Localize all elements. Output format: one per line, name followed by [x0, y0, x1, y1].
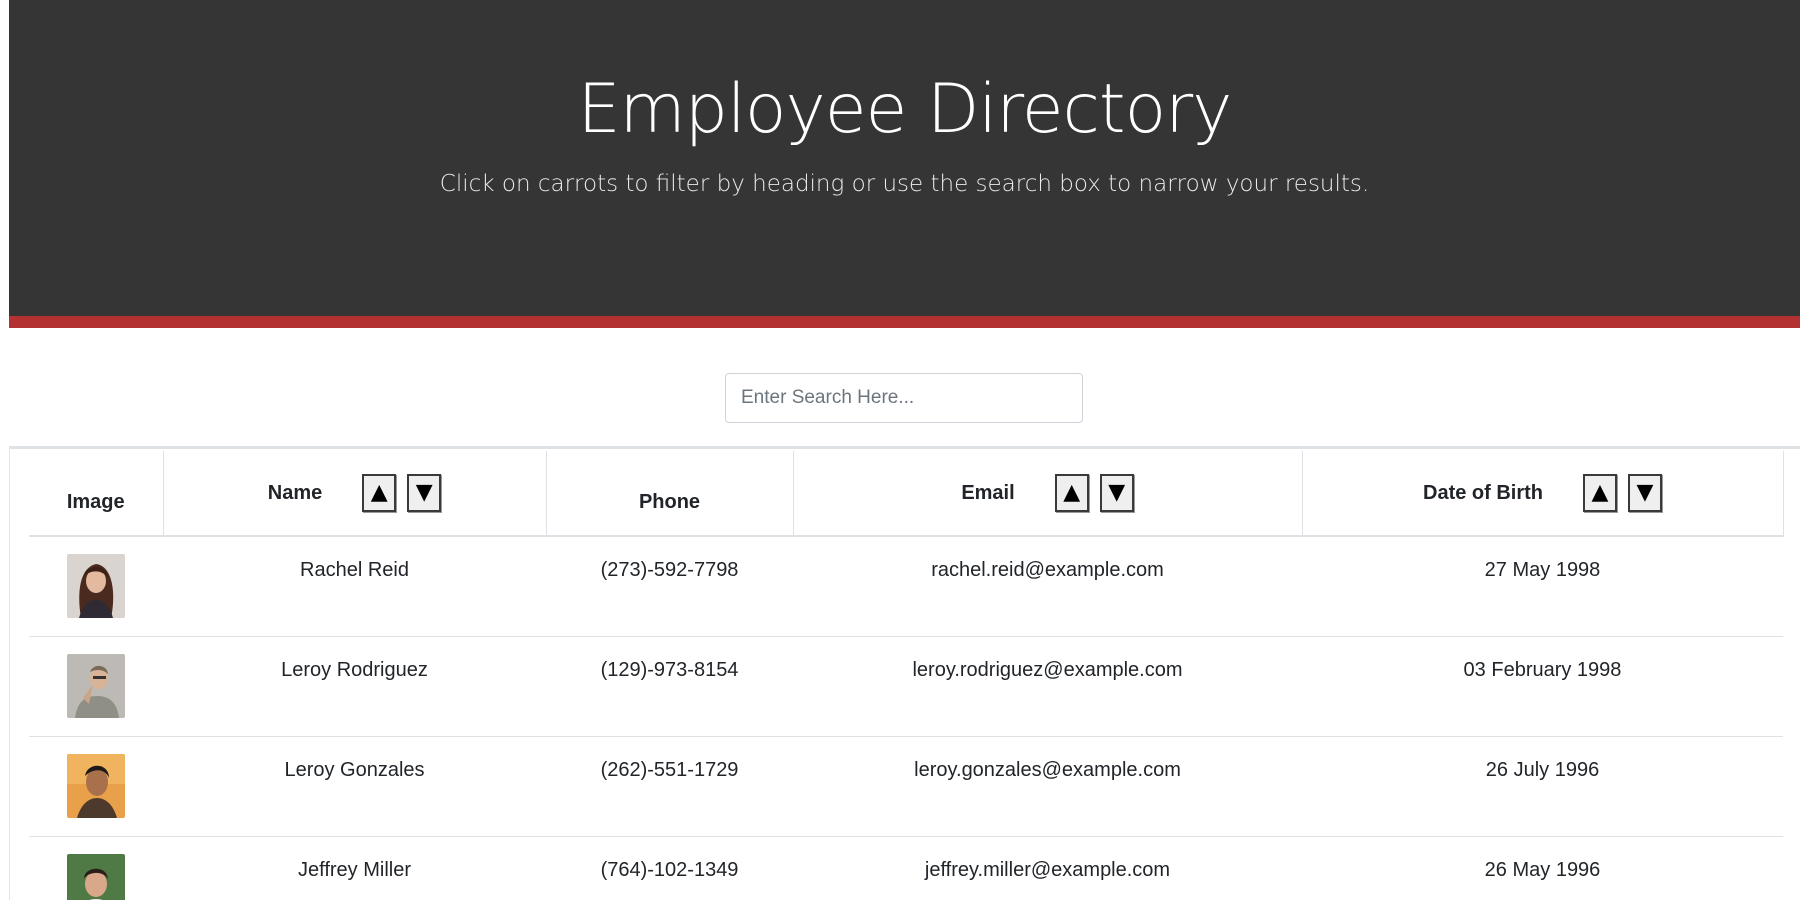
column-header-name: Name ▲ ▼	[163, 451, 547, 537]
employee-table: Image Name ▲ ▼ Phone Email ▲ ▼ Date of B…	[29, 451, 1784, 900]
avatar	[67, 754, 125, 818]
employee-phone: (262)-551-1729	[600, 759, 739, 781]
table-row: Rachel Reid (273)-592-7798 rachel.reid@e…	[29, 536, 1783, 637]
email-cell: rachel.reid@example.com	[793, 536, 1302, 637]
email-cell: leroy.gonzales@example.com	[793, 736, 1302, 837]
man-portrait-icon	[67, 754, 125, 818]
table-panel: Image Name ▲ ▼ Phone Email ▲ ▼ Date of B…	[9, 446, 1800, 900]
employee-email: leroy.rodriguez@example.com	[912, 659, 1183, 681]
employee-email: rachel.reid@example.com	[931, 559, 1164, 581]
table-row: Leroy Rodriguez (129)-973-8154 leroy.rod…	[29, 636, 1783, 737]
image-cell	[29, 836, 163, 900]
image-cell	[29, 736, 163, 837]
phone-cell: (273)-592-7798	[546, 536, 793, 637]
image-cell	[29, 536, 163, 637]
search-container	[725, 373, 1083, 423]
dob-cell: 26 May 1996	[1302, 836, 1783, 900]
sort-name-descending-button[interactable]: ▼	[407, 474, 442, 512]
name-cell: Jeffrey Miller	[163, 836, 546, 900]
table-row: Leroy Gonzales (262)-551-1729 leroy.gonz…	[29, 736, 1783, 837]
employee-dob: 27 May 1998	[1484, 559, 1601, 581]
email-cell: jeffrey.miller@example.com	[793, 836, 1302, 900]
column-label-phone: Phone	[638, 490, 701, 513]
sort-dob-descending-button[interactable]: ▼	[1628, 474, 1662, 512]
sort-email-descending-button[interactable]: ▼	[1099, 474, 1134, 512]
woman-portrait-icon	[67, 554, 125, 618]
column-label-image: Image	[66, 490, 125, 513]
page: Employee Directory Click on carrots to f…	[0, 0, 1800, 900]
employee-email: leroy.gonzales@example.com	[914, 759, 1181, 781]
employee-name: Rachel Reid	[300, 559, 409, 581]
column-header-image: Image	[29, 451, 164, 537]
employee-email: jeffrey.miller@example.com	[924, 859, 1171, 881]
dob-cell: 27 May 1998	[1302, 536, 1783, 637]
column-label-dob: Date of Birth	[1423, 481, 1543, 504]
dob-cell: 26 July 1996	[1302, 736, 1783, 837]
column-label-name: Name	[267, 481, 323, 504]
employee-name: Jeffrey Miller	[298, 859, 411, 881]
employee-dob: 26 July 1996	[1485, 759, 1600, 781]
column-header-phone: Phone	[546, 451, 794, 537]
employee-name: Leroy Rodriguez	[281, 659, 428, 681]
man-portrait-icon	[67, 854, 125, 900]
sort-dob-ascending-button[interactable]: ▲	[1583, 474, 1617, 512]
phone-cell: (129)-973-8154	[546, 636, 793, 737]
employee-phone: (273)-592-7798	[600, 559, 739, 581]
name-cell: Rachel Reid	[163, 536, 546, 637]
name-cell: Leroy Gonzales	[163, 736, 546, 837]
email-cell: leroy.rodriguez@example.com	[793, 636, 1302, 737]
dob-cell: 03 February 1998	[1302, 636, 1783, 737]
hero-banner: Employee Directory Click on carrots to f…	[9, 0, 1800, 328]
column-header-email: Email ▲ ▼	[793, 451, 1303, 537]
employee-dob: 03 February 1998	[1463, 659, 1622, 681]
table-header-row: Image Name ▲ ▼ Phone Email ▲ ▼ Date of B…	[29, 451, 1784, 537]
employee-phone: (129)-973-8154	[600, 659, 739, 681]
image-cell	[29, 636, 163, 737]
phone-cell: (262)-551-1729	[546, 736, 793, 837]
column-header-dob: Date of Birth ▲ ▼	[1302, 451, 1784, 537]
phone-cell: (764)-102-1349	[546, 836, 793, 900]
sort-email-ascending-button[interactable]: ▲	[1054, 474, 1089, 512]
employee-name: Leroy Gonzales	[284, 759, 425, 781]
avatar	[67, 554, 125, 618]
employee-dob: 26 May 1996	[1484, 859, 1601, 881]
name-cell: Leroy Rodriguez	[163, 636, 546, 737]
page-subtitle: Click on carrots to filter by heading or…	[439, 171, 1370, 197]
sort-name-ascending-button[interactable]: ▲	[362, 474, 397, 512]
search-input[interactable]	[725, 373, 1083, 423]
table-row: Jeffrey Miller (764)-102-1349 jeffrey.mi…	[29, 836, 1783, 900]
man-portrait-icon	[67, 654, 125, 718]
avatar	[67, 854, 125, 900]
column-label-email: Email	[961, 481, 1015, 504]
employee-phone: (764)-102-1349	[600, 859, 739, 881]
avatar	[67, 654, 125, 718]
page-title: Employee Directory	[577, 70, 1233, 149]
